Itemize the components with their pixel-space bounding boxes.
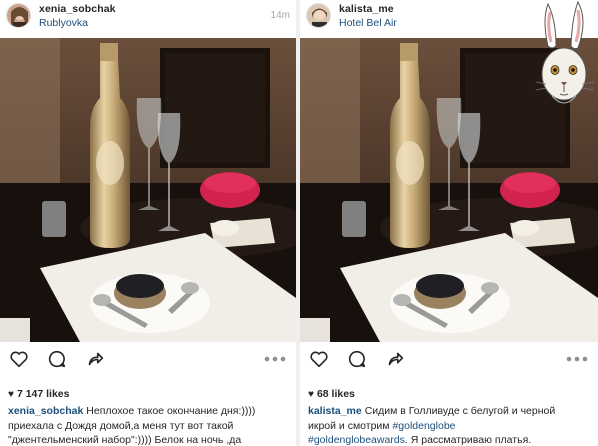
likes-count-text: 7 147 likes [16,388,70,400]
heart-filled-icon: ♥ [8,389,14,400]
caption-username[interactable]: xenia_sobchak [8,405,83,417]
caption-line-1: Сидим в Голливуде с белугой и черной [364,405,556,417]
timestamp: 14m [270,10,290,21]
username[interactable]: xenia_sobchak [39,3,116,15]
share-arrow-icon[interactable] [84,348,106,370]
more-dots-icon[interactable] [564,350,590,368]
avatar[interactable] [6,3,31,28]
likes-count[interactable]: ♥ 68 likes [308,388,355,400]
post-photo[interactable] [0,38,296,342]
location-link[interactable]: Rublyovka [39,17,88,29]
caption-line-3: . Я рассматриваю платья. [404,434,532,446]
caption-line-3: "джентельменский набор":)))) Белок на но… [8,434,242,446]
heart-filled-icon: ♥ [308,389,314,400]
caption-username[interactable]: kalista_me [308,405,362,417]
post-header: xenia_sobchak Rublyovka 14m [0,0,296,34]
post-caption: xenia_sobchak Неплохое такое окончание дн… [8,404,292,446]
comment-bubble-icon[interactable] [346,348,368,370]
likes-count-text: 68 likes [316,388,355,400]
location-link[interactable]: Hotel Bel Air [339,17,397,29]
post-actions [0,348,296,372]
hashtag-link[interactable]: #goldenglobe [392,420,455,432]
likes-count[interactable]: ♥ 7 147 likes [8,388,69,400]
caption-line-1: Неплохое такое окончание дня:)))) [86,405,256,417]
comment-bubble-icon[interactable] [46,348,68,370]
more-dots-icon[interactable] [262,350,288,368]
hare-sticker [534,0,596,112]
post-xenia: xenia_sobchak Rublyovka 14m ♥ 7 147 like… [0,0,296,446]
heart-outline-icon[interactable] [8,348,30,370]
username[interactable]: kalista_me [339,3,394,15]
post-caption: kalista_me Сидим в Голливуде с белугой и … [308,404,592,446]
post-kalista: kalista_me Hotel Bel Air ♥ 68 likes kali… [300,0,598,446]
avatar[interactable] [306,3,331,28]
share-arrow-icon[interactable] [384,348,406,370]
caption-line-2: приехала с Дождя домой,а меня тут вот та… [8,419,234,432]
hashtag-link[interactable]: #goldenglobeawards [308,434,405,446]
heart-outline-icon[interactable] [308,348,330,370]
post-actions [300,348,598,372]
caption-line-2: икрой и смотрим [308,419,390,432]
